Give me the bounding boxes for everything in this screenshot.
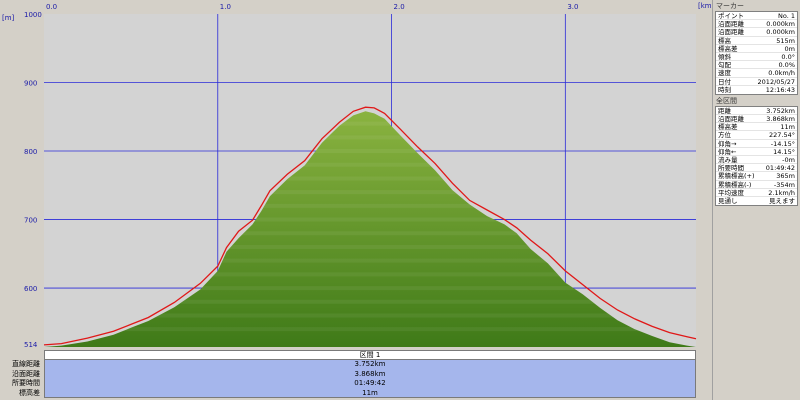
marker-row-label: 勾配 [718,61,731,70]
section-row-value: 01:49:42 [765,164,795,173]
marker-row: 標高 515m [716,37,797,45]
section-row: 累積標高(-) -354m [716,181,797,189]
marker-row-value: 12:16:43 [765,85,795,94]
section-row-label: 流み量 [718,156,738,164]
section-row-label: 沿面距離 [718,115,744,124]
marker-row-label: 日付 [718,77,731,86]
section-row: 沿面距離 3.868km [716,115,797,124]
summary-value-duration: 01:49:42 [354,379,386,388]
x-tick-label: 1.0 [220,3,231,11]
marker-row-label: 沿面距離 [718,28,744,37]
section-row-label: 累積標高(-) [718,180,752,189]
marker-row-value: 0.000km [766,28,795,37]
section-panel-title: 全区間 [716,96,737,105]
section-row-label: 累積標高(+) [718,172,755,181]
section-row-value: 3.752km [766,106,795,115]
marker-row: 勾配 0.0% [716,61,797,70]
x-tick-label: 3.0 [567,3,578,11]
y-tick-label: 1000 [24,11,42,19]
summary-value-elevation-diff: 11m [362,388,378,397]
section-header[interactable]: 区間 1 [44,350,696,360]
summary-label-surface-distance: 沿面距離 [12,369,40,378]
section-row-value: 3.868km [766,115,795,124]
marker-row-label: 速度 [718,69,731,78]
section-row-label: 標高差 [718,123,738,132]
summary-label-straight-distance: 直線距離 [12,360,40,368]
y-tick-label: 700 [24,217,37,225]
section-row-label: 仰角← [718,147,737,156]
y-axis-unit: [m] [2,14,15,22]
section-row-label: 所要時間 [718,164,744,173]
section-row: 所要時間 01:49:42 [716,164,797,173]
marker-row-label: 沿面距離 [718,20,744,29]
section-row: 見通し 見えます [716,197,797,205]
marker-row-label: 時刻 [718,85,731,94]
section-row-label: 方位 [718,131,731,140]
marker-row-value: 0.0° [781,52,795,61]
section-row-value: 227.54° [769,131,795,140]
marker-row-value: 0.000km [766,20,795,29]
marker-row: 沿面距離 0.000km [716,28,797,37]
info-side-panel: マーカー ポイント No. 1 沿面距離 0.000km 沿面距離 0.000km 標高 51… [712,0,800,400]
marker-row-value: No. 1 [778,12,795,20]
marker-row: 日付 2012/05/27 [716,78,797,86]
summary-value-straight-distance: 3.752km [354,360,386,368]
section-row-value: 11m [780,123,795,132]
marker-row-label: 標高 [718,36,731,45]
x-tick-label: 0.0 [46,3,57,11]
summary-values[interactable]: 3.752km 3.868km 01:49:42 11m [44,360,696,398]
section-row: 累積標高(+) 365m [716,172,797,181]
marker-row: 時刻 12:16:43 [716,86,797,94]
section-row-value: 365m [776,172,795,181]
section-row: 距離 3.752km [716,106,797,116]
summary-label-duration: 所要時間 [12,379,40,388]
y-tick-label: 800 [24,148,37,156]
section-row-value: -354m [773,180,795,189]
section-row: 方位 227.54° [716,131,797,140]
section-row-label: 仰角→ [718,139,737,148]
section-row: 流み量 -0m [716,156,797,165]
marker-row-label: 傾斜 [718,52,731,61]
marker-row-value: 2012/05/27 [757,77,795,86]
marker-row-value: 0.0% [778,61,795,70]
marker-row: 速度 0.0km/h [716,69,797,78]
marker-row-value: 0m [784,44,795,53]
marker-row: 標高差 0m [716,45,797,53]
summary-label-elevation-diff: 標高差 [19,388,40,397]
x-axis-unit: [km] [698,2,712,10]
section-row-value: 2.1km/h [768,188,795,197]
x-tick-label: 2.0 [394,3,405,11]
marker-row: 沿面距離 0.000km [716,20,797,29]
marker-row-label: ポイント [718,12,744,20]
section-row: 平均速度 2.1km/h [716,189,797,197]
marker-info-table: ポイント No. 1 沿面距離 0.000km 沿面距離 0.000km 標高 515m 標高差… [715,11,798,95]
y-tick-label: 600 [24,285,37,293]
marker-row-value: 0.0km/h [768,69,795,78]
section-info-table: 距離 3.752km 沿面距離 3.868km 標高差 11m 方位 227.54° 仰角→ -1… [715,105,798,207]
marker-panel-title: マーカー [716,2,744,10]
section-row-label: 見通し [718,196,738,205]
summary-value-surface-distance: 3.868km [354,369,386,378]
section-row-label: 平均速度 [718,188,744,197]
section-row: 仰角→ -14.15° [716,140,797,148]
summary-labels: 直線距離 沿面距離 所要時間 標高差 [0,350,44,398]
section-row-value: -0m [782,156,795,164]
section-row-value: 見えます [769,196,795,205]
marker-row-value: 515m [776,36,795,45]
y-tick-label: 900 [24,80,37,88]
elevation-profile-chart[interactable]: 0.0 1.0 2.0 3.0 1000 900 800 700 600 514 [km] [m] [0,0,712,350]
marker-row-label: 標高差 [718,44,738,53]
section-row: 標高差 11m [716,123,797,132]
y-tick-label: 514 [24,341,38,349]
section-row-label: 距離 [718,106,731,115]
section-row: 仰角← 14.15° [716,148,797,156]
marker-row: 傾斜 0.0° [716,52,797,62]
marker-row: ポイント No. 1 [716,12,797,21]
section-row-value: 14.15° [773,147,795,156]
section-row-value: -14.15° [770,139,795,148]
